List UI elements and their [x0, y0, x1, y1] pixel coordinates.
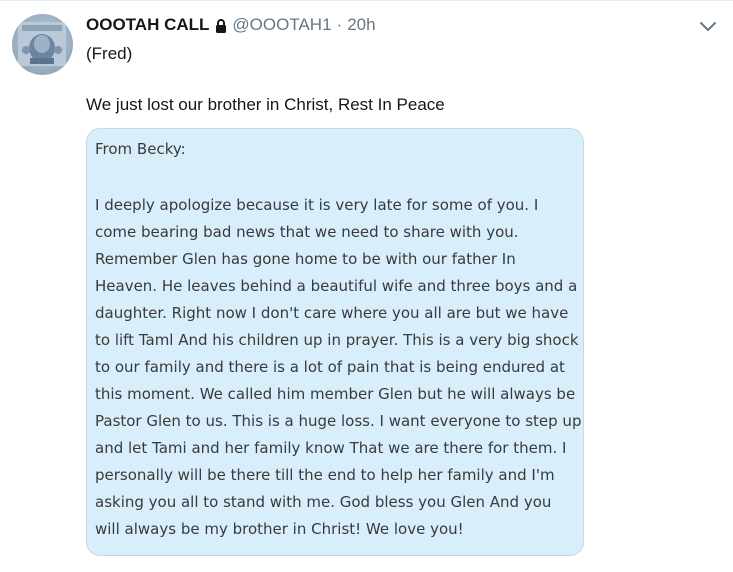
card-line: will always be my brother in Christ! We …	[95, 520, 464, 538]
tweet-header: OOOTAH CALL @OOOTAH1 · 20h	[86, 14, 376, 36]
separator-dot: ·	[336, 15, 343, 34]
card-body: I deeply apologize because it is very la…	[95, 192, 582, 543]
author-handle[interactable]: @OOOTAH1	[232, 14, 331, 36]
card-line: I deeply apologize because it is very la…	[95, 196, 539, 214]
author-name[interactable]: OOOTAH CALL	[86, 14, 209, 36]
card-line: personally will be there till the end to…	[95, 466, 555, 484]
card-line: Remember Glen has gone home to be with o…	[95, 250, 516, 268]
card-line: Heaven. He leaves behind a beautiful wif…	[95, 277, 578, 295]
top-divider	[0, 0, 733, 1]
card-line: and let Tami and her family know That we…	[95, 439, 567, 457]
card-line: daughter. Right now I don't care where y…	[95, 304, 569, 322]
avatar-banknote-icon	[18, 22, 66, 66]
card-line: to our family and there is a lot of pain…	[95, 358, 565, 376]
timestamp[interactable]: 20h	[347, 14, 375, 36]
card-line: asking you all to stand with me. God ble…	[95, 493, 552, 511]
card-line: to lift Taml And his children up in pray…	[95, 331, 579, 349]
tweet-text-line-2: We just lost our brother in Christ, Rest…	[86, 95, 445, 114]
chevron-down-icon[interactable]	[698, 16, 718, 36]
attached-image-card[interactable]: From Becky: I deeply apologize because i…	[86, 128, 584, 556]
card-line: come bearing bad news that we need to sh…	[95, 223, 519, 241]
lock-icon	[214, 18, 228, 34]
card-line: Pastor Glen to us. This is a huge loss. …	[95, 412, 582, 430]
card-heading: From Becky:	[95, 140, 186, 158]
card-line: this moment. We called him member Glen b…	[95, 385, 576, 403]
avatar[interactable]	[12, 14, 73, 75]
tweet-text-line-1: (Fred)	[86, 44, 133, 63]
